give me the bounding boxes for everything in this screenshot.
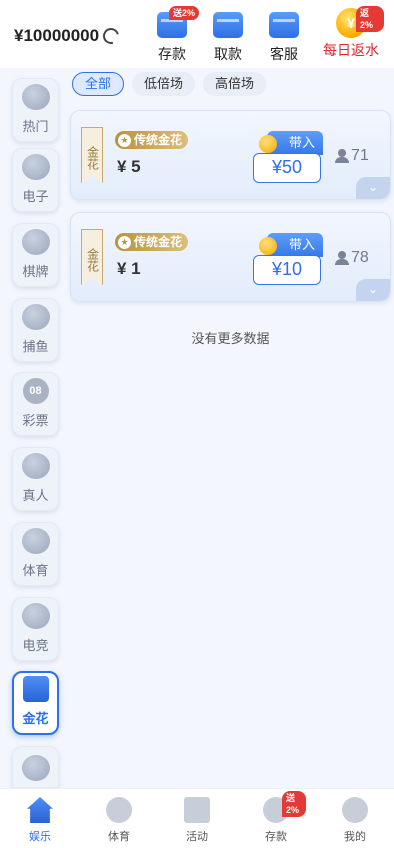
sidebar-item-fishing[interactable]: 捕鱼 (12, 298, 59, 362)
withdraw-icon (213, 12, 243, 38)
nav-label: 体育 (108, 831, 130, 843)
more-cards-icon (21, 755, 50, 781)
sidebar-item-more[interactable] (12, 746, 59, 788)
game-ribbon: 金花 (81, 127, 103, 183)
rebate-badge: 返2% (356, 6, 384, 32)
ribbon-text: 金花 (85, 146, 100, 170)
room-type-tag: ★ 传统金花 (115, 131, 189, 149)
esports-icon (21, 603, 50, 629)
online-count: 78 (351, 249, 369, 266)
fish-icon (21, 304, 50, 330)
home-icon (27, 797, 53, 823)
users-icon (335, 251, 349, 265)
tab-high-stakes[interactable]: 高倍场 (203, 72, 267, 96)
soccer-ball-icon (106, 797, 132, 823)
star-icon: ★ (118, 235, 131, 249)
sidebar-item-label: 热门 (22, 119, 49, 134)
enter-room-button[interactable]: 带入 ¥50 (253, 131, 323, 187)
sidebar-item-label: 金花 (22, 711, 49, 726)
poker-icon (22, 676, 49, 702)
sidebar-item-label: 捕鱼 (22, 339, 49, 354)
daily-rebate-button[interactable]: ¥ 返2% 每日返水 (318, 6, 384, 64)
deposit-badge: 送2% (169, 6, 199, 20)
users-icon (335, 149, 349, 163)
sidebar-item-label: 电竞 (22, 638, 49, 653)
soccer-ball-icon (21, 528, 50, 554)
withdraw-label: 取款 (214, 46, 242, 62)
balance-amount: ¥10000000 (14, 26, 100, 45)
expand-chevron-icon[interactable]: ⌄ (356, 177, 390, 199)
gamepad-icon (21, 154, 50, 180)
deposit-badge: 送2% (282, 791, 306, 817)
enter-amount: ¥10 (253, 255, 321, 285)
base-bet: ¥ 5 (117, 157, 141, 176)
cards-icon (21, 229, 50, 255)
customer-service-label: 客服 (270, 46, 298, 62)
sidebar-item-slots[interactable]: 电子 (12, 148, 59, 212)
coin-icon (259, 135, 277, 153)
online-players: 71 (335, 147, 369, 165)
room-card[interactable]: 金花 ★ 传统金花 ¥ 1 带入 ¥10 78 ⌄ (70, 212, 391, 302)
tab-all[interactable]: 全部 (72, 72, 125, 96)
nav-item-profile[interactable]: 我的 (325, 793, 385, 845)
bottom-navigation: 娱乐 体育 活动 送2% 存款 我的 (0, 788, 394, 848)
daily-rebate-label: 每日返水 (323, 42, 379, 58)
nav-label: 我的 (344, 831, 366, 843)
nav-label: 娱乐 (29, 831, 51, 843)
nav-label: 活动 (186, 831, 208, 843)
gift-icon (184, 797, 210, 823)
sidebar-item-hot[interactable]: 热门 (12, 78, 59, 142)
profile-icon (342, 797, 368, 823)
room-filter-tabs: 全部 低倍场 高倍场 (72, 72, 267, 98)
sidebar-item-live[interactable]: 真人 (12, 447, 59, 511)
lottery-ball-icon: 08 (22, 378, 49, 404)
room-type-tag: ★ 传统金花 (115, 233, 189, 251)
ribbon-text: 金花 (85, 248, 100, 272)
sidebar-item-label: 彩票 (22, 413, 49, 428)
enter-room-button[interactable]: 带入 ¥10 (253, 233, 323, 289)
room-type-label: 传统金花 (134, 133, 183, 147)
coin-icon (259, 237, 277, 255)
sidebar-item-label: 电子 (22, 189, 49, 204)
dice-icon (21, 453, 50, 479)
deposit-label: 存款 (158, 46, 186, 62)
sidebar-item-golden-flower[interactable]: 金花 (12, 671, 59, 735)
flame-icon (21, 84, 50, 110)
room-type-label: 传统金花 (134, 235, 183, 249)
sidebar-item-sports[interactable]: 体育 (12, 522, 59, 586)
sidebar-item-label: 真人 (22, 488, 49, 503)
withdraw-button[interactable]: 取款 (201, 8, 255, 64)
no-more-data-text: 没有更多数据 (191, 331, 270, 346)
nav-item-entertainment[interactable]: 娱乐 (10, 793, 70, 845)
sidebar-item-chess-cards[interactable]: 棋牌 (12, 223, 59, 287)
nav-label: 存款 (265, 831, 287, 843)
nav-item-deposit[interactable]: 送2% 存款 (246, 791, 306, 845)
star-icon: ★ (118, 133, 131, 147)
top-header: ¥10000000 送2% 存款 取款 客服 ¥ 返2% 每日返水 (0, 0, 394, 68)
deposit-button[interactable]: 送2% 存款 (145, 6, 199, 64)
game-ribbon: 金花 (81, 229, 103, 285)
refresh-icon[interactable] (100, 25, 123, 47)
expand-chevron-icon[interactable]: ⌄ (356, 279, 390, 301)
sidebar-item-label: 体育 (22, 563, 49, 578)
enter-amount: ¥50 (253, 153, 321, 183)
sidebar-item-label: 棋牌 (22, 264, 49, 279)
base-bet: ¥ 1 (117, 259, 141, 278)
room-card[interactable]: 金花 ★ 传统金花 ¥ 5 带入 ¥50 71 ⌄ (70, 110, 391, 200)
online-players: 78 (335, 249, 369, 267)
customer-service-button[interactable]: 客服 (257, 8, 311, 64)
nav-item-sports[interactable]: 体育 (89, 793, 149, 845)
online-count: 71 (351, 147, 369, 164)
nav-item-promotions[interactable]: 活动 (167, 793, 227, 845)
game-category-sidebar: 热门 电子 棋牌 捕鱼 08 彩票 真人 体育 电竞 金花 (0, 68, 66, 788)
balance-display: ¥10000000 (14, 25, 123, 47)
sidebar-item-lottery[interactable]: 08 彩票 (12, 372, 59, 436)
service-icon (269, 12, 299, 38)
sidebar-item-esports[interactable]: 电竞 (12, 597, 59, 661)
tab-low-stakes[interactable]: 低倍场 (132, 72, 196, 96)
